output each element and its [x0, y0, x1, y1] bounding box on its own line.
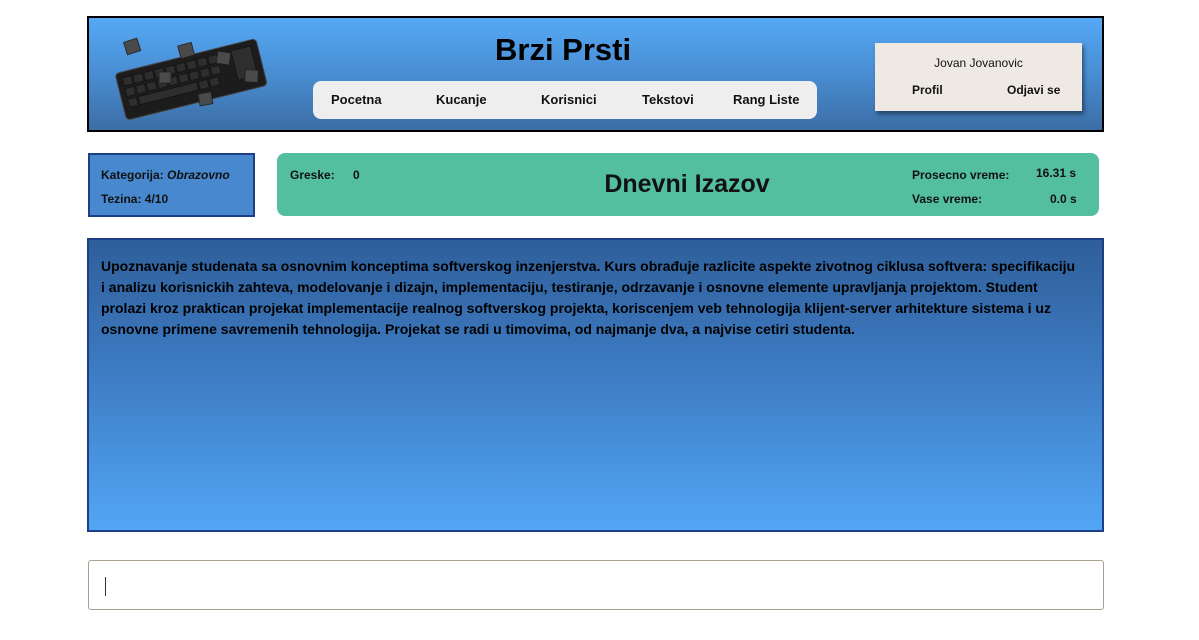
logout-link[interactable]: Odjavi se — [1007, 83, 1060, 97]
nav-item-tekstovi[interactable]: Tekstovi — [642, 92, 694, 107]
user-name: Jovan Jovanovic — [934, 56, 1023, 70]
user-panel: Jovan Jovanovic Profil Odjavi se — [875, 43, 1082, 111]
stats-panel: Greske: 0 Dnevni Izazov Prosecno vreme: … — [277, 153, 1099, 216]
difficulty-line: Tezina: 4/10 — [101, 192, 168, 206]
text-caret — [105, 577, 106, 596]
category-value: Obrazovno — [167, 168, 230, 182]
nav-item-rang-liste[interactable]: Rang Liste — [733, 92, 799, 107]
difficulty-label: Tezina: — [101, 192, 142, 206]
nav-item-korisnici[interactable]: Korisnici — [541, 92, 597, 107]
difficulty-value: 4/10 — [144, 192, 169, 206]
category-label: Kategorija: — [101, 168, 164, 182]
typing-input-wrapper — [88, 560, 1104, 610]
keyboard-icon — [115, 37, 267, 120]
category-line: Kategorija: Obrazovno — [101, 168, 230, 182]
typing-text-panel: Upoznavanje studenata sa osnovnim koncep… — [87, 238, 1104, 532]
typing-input[interactable] — [89, 561, 1103, 609]
typing-text: Upoznavanje studenata sa osnovnim koncep… — [101, 258, 1076, 337]
nav-item-kucanje[interactable]: Kucanje — [436, 92, 487, 107]
profile-link[interactable]: Profil — [912, 83, 943, 97]
your-time-label: Vase vreme: — [912, 192, 983, 206]
your-time-value: 0.0 s — [1050, 192, 1077, 206]
text-info-panel: Kategorija: Obrazovno Tezina: 4/10 — [88, 153, 255, 217]
avg-time-value: 16.31 s — [1036, 166, 1077, 180]
avg-time-label: Prosecno vreme: — [912, 168, 1010, 182]
main-nav: Pocetna Kucanje Korisnici Tekstovi Rang … — [313, 81, 817, 119]
nav-item-pocetna[interactable]: Pocetna — [331, 92, 382, 107]
site-header: Brzi Prsti Pocetna Kucanje Korisnici Tek… — [87, 16, 1104, 132]
app-title: Brzi Prsti — [495, 32, 632, 67]
